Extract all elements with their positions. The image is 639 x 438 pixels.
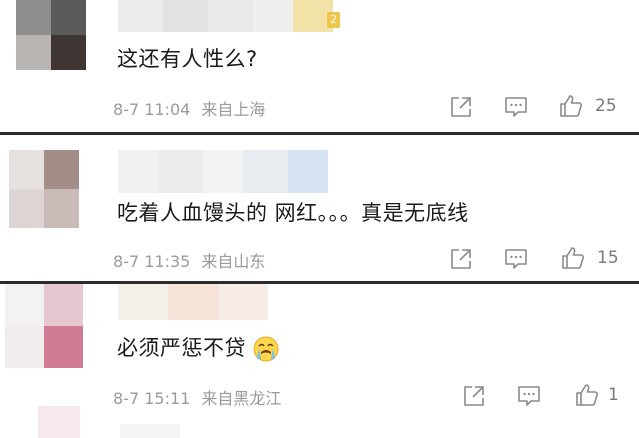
comment-time: 8-7 15:11 — [113, 389, 191, 408]
avatar[interactable] — [5, 284, 83, 368]
level-badge: 2 — [327, 12, 340, 28]
like-count: 1 — [608, 385, 619, 405]
like-icon[interactable] — [574, 382, 600, 408]
comment-text: 吃着人血馒头的 网红。。。真是无底线 — [117, 201, 469, 225]
username-blurred[interactable] — [118, 0, 340, 32]
comment-meta: 8-7 11:04 来自上海 — [113, 96, 265, 120]
avatar[interactable] — [9, 150, 79, 228]
comment-text-value: 必须严惩不贷 — [117, 336, 246, 360]
comment-time: 8-7 11:04 — [113, 100, 191, 119]
comment-location: 来自上海 — [201, 100, 266, 119]
comment-location: 来自黑龙江 — [201, 389, 282, 408]
comment-meta: 8-7 15:11 来自黑龙江 — [113, 385, 281, 409]
comment-text: 这还有人性么? — [117, 47, 258, 71]
share-icon[interactable] — [448, 246, 474, 272]
share-icon[interactable] — [448, 94, 474, 120]
comment-time: 8-7 11:35 — [113, 252, 191, 271]
comment-item: 吃着人血馒头的 网红。。。真是无底线 8-7 11:35 来自山东 15 — [0, 135, 639, 281]
like-count: 25 — [595, 96, 617, 116]
comment-meta: 8-7 11:35 来自山东 — [113, 248, 265, 272]
username-blurred[interactable] — [120, 424, 180, 438]
username-blurred[interactable] — [118, 150, 368, 193]
avatar[interactable] — [38, 406, 80, 438]
share-icon[interactable] — [461, 383, 487, 409]
avatar[interactable] — [16, 0, 86, 70]
like-count: 15 — [597, 248, 619, 268]
comment-icon[interactable] — [516, 383, 542, 409]
emoji-crying-icon — [253, 336, 279, 362]
like-icon[interactable] — [558, 93, 584, 119]
comment-location: 来自山东 — [201, 252, 266, 271]
like-icon[interactable] — [560, 245, 586, 271]
username-blurred[interactable] — [118, 284, 268, 320]
comment-text: 必须严惩不贷 — [117, 332, 280, 363]
comment-icon[interactable] — [503, 94, 529, 120]
comment-item: 必须严惩不贷 8-7 15:11 来自黑龙江 1 — [0, 284, 639, 438]
comment-item: 2 这还有人性么? 8-7 11:04 来自上海 25 — [0, 0, 639, 132]
comment-icon[interactable] — [503, 246, 529, 272]
